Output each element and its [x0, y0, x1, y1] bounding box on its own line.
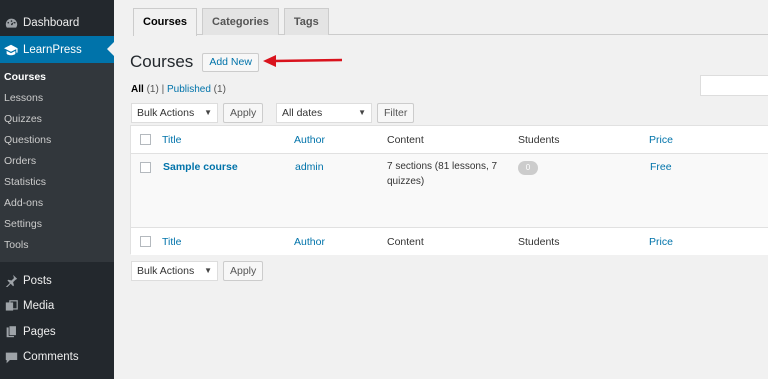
pushpin-icon — [4, 274, 18, 288]
bulk-actions-select-top[interactable]: Bulk Actions ▼ — [131, 103, 218, 123]
submenu-item-quizzes[interactable]: Quizzes — [0, 109, 114, 130]
course-author-link[interactable]: admin — [295, 161, 324, 173]
students-count-badge: 0 — [518, 161, 538, 175]
tab-categories[interactable]: Categories — [202, 8, 279, 35]
submenu-item-courses[interactable]: Courses — [0, 67, 114, 88]
table-row: Sample course admin 7 sections (81 lesso… — [131, 154, 768, 228]
column-title-footer[interactable]: Title — [162, 236, 181, 248]
bulk-actions-select-bottom[interactable]: Bulk Actions ▼ — [131, 261, 218, 281]
sidebar-item-media[interactable]: Media — [0, 294, 114, 320]
sidebar-label-posts: Posts — [23, 274, 52, 287]
column-students-footer: Students — [518, 236, 560, 248]
admin-sidebar: Dashboard LearnPress Courses Lessons Qui… — [0, 0, 114, 379]
sidebar-label-pages: Pages — [23, 325, 56, 338]
dropdown-caret-icon: ▼ — [204, 108, 212, 117]
dropdown-caret-icon: ▼ — [358, 108, 366, 117]
page-title: Courses — [130, 52, 194, 71]
sidebar-item-comments[interactable]: Comments — [0, 345, 114, 371]
submenu-item-tools[interactable]: Tools — [0, 235, 114, 256]
course-title-link[interactable]: Sample course — [163, 161, 238, 173]
filter-all[interactable]: All — [131, 84, 144, 95]
course-content-line1: 7 sections (81 lessons, 7 — [387, 161, 498, 172]
filter-button[interactable]: Filter — [377, 103, 415, 123]
apply-button-top[interactable]: Apply — [223, 103, 264, 123]
dashboard-icon — [4, 16, 18, 30]
table-footer-row: Title Author Content Students Price — [131, 227, 768, 255]
submenu-item-statistics[interactable]: Statistics — [0, 172, 114, 193]
row-checkbox[interactable] — [140, 162, 151, 173]
select-all-checkbox-footer[interactable] — [140, 236, 151, 247]
sidebar-item-learnpress[interactable]: LearnPress — [0, 36, 114, 63]
course-price: Free — [650, 161, 672, 173]
post-type-tabs: Courses Categories Tags — [133, 8, 768, 36]
select-all-checkbox[interactable] — [140, 134, 151, 145]
tab-courses[interactable]: Courses — [133, 8, 198, 36]
add-new-button[interactable]: Add New — [202, 52, 259, 72]
sidebar-label-dashboard: Dashboard — [23, 17, 80, 29]
sidebar-item-posts[interactable]: Posts — [0, 268, 114, 294]
column-price[interactable]: Price — [649, 134, 673, 146]
sidebar-label-learnpress: LearnPress — [23, 43, 82, 56]
column-author[interactable]: Author — [294, 134, 325, 146]
table-header-row: Title Author Content Students Price — [131, 126, 768, 154]
apply-button-bottom[interactable]: Apply — [223, 261, 264, 281]
course-content-line2: quizzes) — [387, 176, 425, 187]
sidebar-label-comments: Comments — [23, 351, 79, 364]
filter-separator: | — [161, 84, 165, 95]
search-input[interactable] — [700, 75, 768, 96]
comment-icon — [4, 350, 18, 364]
column-students: Students — [518, 134, 560, 146]
column-content: Content — [387, 134, 424, 146]
submenu-item-addons[interactable]: Add-ons — [0, 193, 114, 214]
graduation-cap-icon — [4, 43, 18, 57]
red-arrow-annotation — [263, 55, 343, 67]
submenu-item-lessons[interactable]: Lessons — [0, 88, 114, 109]
column-author-footer[interactable]: Author — [294, 236, 325, 248]
filter-published-count: (1) — [213, 84, 226, 95]
column-title[interactable]: Title — [162, 134, 181, 146]
sidebar-item-pages[interactable]: Pages — [0, 319, 114, 345]
sidebar-item-dashboard[interactable]: Dashboard — [0, 10, 114, 36]
status-filters: All (1) | Published (1) — [131, 84, 226, 95]
learnpress-submenu: Courses Lessons Quizzes Questions Orders… — [0, 63, 114, 262]
sidebar-label-media: Media — [23, 300, 55, 313]
date-filter-value: All dates — [282, 107, 323, 119]
submenu-item-questions[interactable]: Questions — [0, 130, 114, 151]
bulk-actions-value-bottom: Bulk Actions — [137, 265, 195, 277]
filter-all-count: (1) — [146, 84, 159, 95]
sidebar-lower: Posts Media Pages Comments — [0, 262, 114, 370]
courses-table: Title Author Content Students Price Samp… — [130, 125, 768, 255]
submenu-item-orders[interactable]: Orders — [0, 151, 114, 172]
page-heading: Courses Add New — [130, 52, 259, 72]
filter-published[interactable]: Published — [167, 84, 211, 95]
media-icon — [4, 299, 18, 313]
date-filter-select[interactable]: All dates ▼ — [276, 103, 372, 123]
submenu-item-settings[interactable]: Settings — [0, 214, 114, 235]
tab-tags[interactable]: Tags — [283, 8, 329, 35]
pages-icon — [4, 325, 18, 339]
column-content-footer: Content — [387, 236, 424, 248]
column-price-footer[interactable]: Price — [649, 236, 673, 248]
bulk-actions-value: Bulk Actions — [137, 107, 195, 119]
dropdown-caret-icon: ▼ — [204, 266, 212, 275]
